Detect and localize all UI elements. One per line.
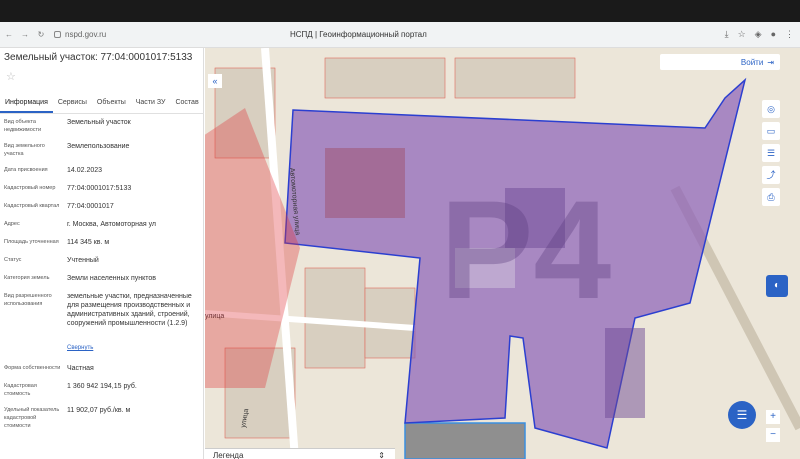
zoom-in-icon[interactable]: + — [766, 410, 780, 424]
list-icon[interactable]: ☰ — [762, 144, 780, 162]
property-label: Вид разрешенного использования — [4, 293, 52, 307]
property-value: Земли населенных пунктов — [67, 275, 157, 282]
chat-button[interactable]: ☰ — [728, 401, 756, 429]
browser-nav: ← → ↻ — [0, 30, 46, 39]
tab-composition[interactable]: Состав — [170, 92, 203, 113]
back-icon[interactable]: ← — [4, 30, 14, 39]
share-icon[interactable]: ⤴ — [762, 166, 780, 184]
legend-label: Легенда — [213, 451, 244, 459]
card-icon[interactable]: ▭ — [762, 122, 780, 140]
building-inside-parcel — [325, 148, 405, 218]
map-mode-icon[interactable]: ◐ — [766, 275, 788, 297]
building-inside-parcel — [605, 328, 645, 418]
property-label: Дата присвоения — [4, 167, 48, 173]
property-value: Частная — [67, 365, 94, 372]
zoom-out-icon[interactable]: − — [766, 428, 780, 442]
property-value: 11 902,07 руб./кв. м — [67, 407, 131, 414]
property-label: Адрес — [4, 221, 20, 227]
lock-icon — [54, 31, 61, 38]
login-label: Войти — [740, 57, 764, 67]
url-text: nspd.gov.ru — [65, 30, 107, 39]
property-label: Кадастровый номер — [4, 185, 56, 191]
download-icon[interactable]: ⤓ — [725, 29, 729, 40]
adjacent-parcel — [404, 422, 526, 459]
property-label: Кадастровый квартал — [4, 203, 60, 209]
address-bar[interactable]: nspd.gov.ru — [54, 30, 106, 39]
watermark-logo: P4 — [440, 171, 611, 328]
panel-title: Земельный участок: 77:04:0001017:5133 — [4, 52, 193, 63]
property-label: Кадастровая стоимость — [4, 383, 37, 397]
property-value: Земельный участок — [67, 119, 131, 126]
top-bezel — [0, 0, 800, 22]
layers-icon[interactable]: ◎ — [762, 100, 780, 118]
property-value: 1 360 942 194,15 руб. — [67, 383, 137, 390]
map-canvas: улица улица Автомоторная улица P4 — [205, 48, 800, 459]
menu-icon[interactable]: ⋮ — [785, 29, 794, 40]
property-value: 114 345 кв. м — [67, 239, 110, 246]
property-label: Форма собственности — [4, 365, 61, 371]
legend-bar[interactable]: Легенда ⇕ — [205, 448, 395, 459]
property-label: Вид объекта недвижимости — [4, 119, 42, 133]
collapse-link[interactable]: Свернуть — [67, 344, 199, 353]
legend-toggle-icon[interactable]: ⇕ — [378, 451, 385, 459]
browser-icons: ⤓ ☆ ◈ ● ⋮ — [725, 29, 794, 40]
map-toolbar: ◎ ▭ ☰ ⤴ ⎙ — [762, 100, 780, 206]
property-value: Землепользование — [67, 143, 130, 150]
browser-toolbar: ← → ↻ nspd.gov.ru НСПД | Геоинформационн… — [0, 22, 800, 48]
panel-tabs: Информация Сервисы Объекты Части ЗУ Сост… — [0, 92, 204, 114]
building-block — [324, 57, 446, 99]
page-title: НСПД | Геоинформационный портал — [290, 30, 427, 39]
tab-info[interactable]: Информация — [0, 92, 53, 113]
property-value: земельные участки, предназначенные для р… — [67, 293, 192, 327]
tab-services[interactable]: Сервисы — [53, 92, 92, 113]
tab-parts[interactable]: Части ЗУ — [131, 92, 171, 113]
property-label: Площадь уточненная — [4, 239, 59, 245]
property-label: Вид земельного участка — [4, 143, 45, 157]
property-value: г. Москва, Автомоторная ул — [67, 221, 157, 228]
favorite-star-icon[interactable]: ☆ — [6, 70, 16, 83]
property-value: 77:04:0001017:5133 — [67, 185, 132, 192]
login-button[interactable]: Войти ⇥ — [660, 54, 780, 70]
map-view[interactable]: улица улица Автомоторная улица P4 — [205, 48, 800, 459]
zoom-controls: + − — [766, 410, 780, 442]
reload-icon[interactable]: ↻ — [36, 30, 46, 39]
building-block — [454, 57, 576, 99]
info-panel: Земельный участок: 77:04:0001017:5133 ☆ … — [0, 48, 204, 459]
property-label: Удельный показатель кадастровой стоимост… — [4, 407, 60, 429]
login-icon: ⇥ — [767, 57, 774, 67]
bookmark-icon[interactable]: ☆ — [738, 29, 746, 40]
property-value: 77:04:0001017 — [67, 203, 114, 210]
tab-objects[interactable]: Объекты — [92, 92, 131, 113]
forward-icon[interactable]: → — [20, 30, 30, 39]
collapse-panel-icon[interactable]: « — [208, 74, 222, 88]
property-label: Категория земель — [4, 275, 50, 281]
property-value: 14.02.2023 — [67, 167, 103, 174]
profile-icon[interactable]: ● — [771, 29, 776, 40]
property-label: Статус — [4, 257, 22, 263]
browser-window: ← → ↻ nspd.gov.ru НСПД | Геоинформационн… — [0, 22, 800, 459]
extension-icon[interactable]: ◈ — [755, 29, 762, 40]
property-value: Учтенный — [67, 257, 99, 264]
print-icon[interactable]: ⎙ — [762, 188, 780, 206]
